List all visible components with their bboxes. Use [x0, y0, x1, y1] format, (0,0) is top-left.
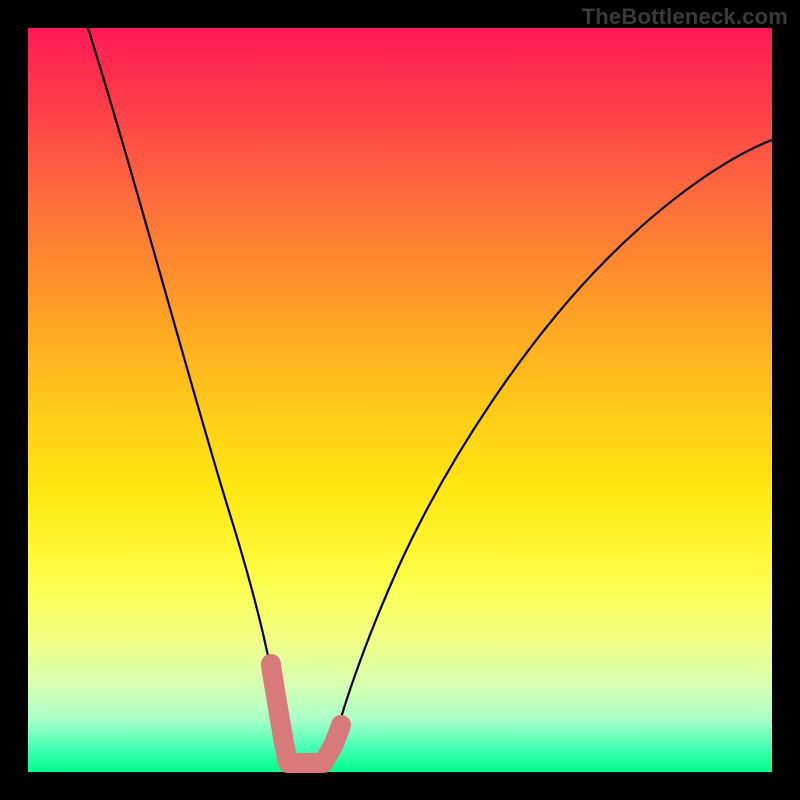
curve-left: [88, 28, 290, 768]
highlight-marker: [271, 666, 340, 763]
curve-right: [328, 140, 772, 768]
chart-svg: [28, 28, 772, 772]
watermark-text: TheBottleneck.com: [582, 4, 788, 30]
chart-stage: TheBottleneck.com: [0, 0, 800, 800]
plot-area: [28, 28, 772, 772]
marker-end-top-right: [331, 715, 351, 735]
marker-end-top-left: [261, 654, 281, 674]
